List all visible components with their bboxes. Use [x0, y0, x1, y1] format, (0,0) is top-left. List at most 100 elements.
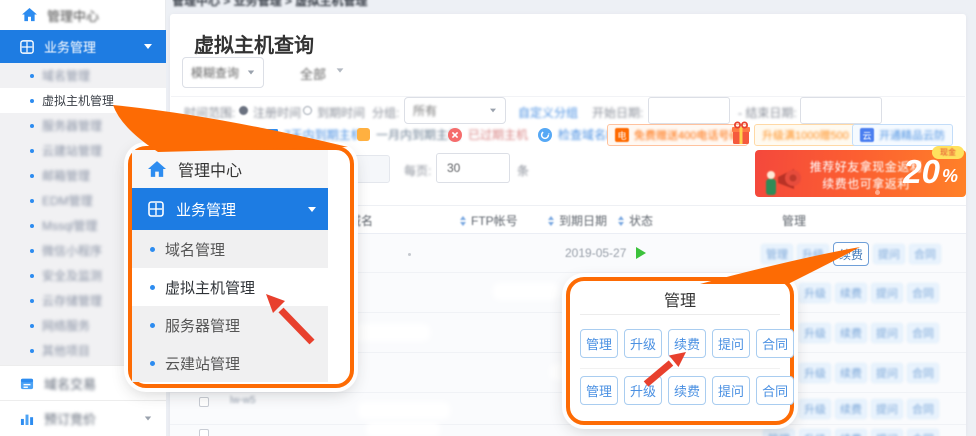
renew-button[interactable]: 续费 [668, 329, 706, 358]
legend-expired[interactable]: 已过期主机 [448, 126, 528, 143]
upgrade-button[interactable]: 升级 [797, 244, 829, 264]
bullet-icon [30, 124, 34, 128]
promo-upgrade-badge[interactable]: 升级满1000赠500 [754, 124, 857, 146]
sidebar-group-business[interactable]: 业务管理 [0, 30, 166, 63]
radio-register-label: 注册时间 [253, 104, 301, 121]
search-mode-select[interactable]: 模糊查询 [182, 57, 264, 88]
promo-400-phone-badge[interactable]: 电 免费赠送400电话号码 [607, 124, 748, 146]
promo-cloud-badge[interactable]: 云 开通精品云防 [852, 124, 953, 146]
redacted-cell [368, 424, 438, 435]
bullet-icon [30, 224, 34, 228]
callout-menu-group[interactable]: 业务管理 [132, 188, 328, 230]
ask-button[interactable]: 提问 [871, 323, 903, 343]
sidebar-item-server-mgmt[interactable]: 服务器管理 [0, 113, 166, 138]
sort-icon [548, 216, 555, 226]
start-date-input[interactable] [648, 97, 730, 124]
custom-group-link[interactable]: 自定义分组 [518, 104, 578, 121]
renew-button[interactable]: 续费 [835, 429, 867, 436]
sidebar-item-bidding[interactable]: 预订竞价 [0, 400, 166, 436]
col-header-ftp[interactable]: FTP帐号 [460, 212, 518, 229]
callout-menu-home[interactable]: 管理中心 [132, 150, 328, 188]
per-page-input[interactable]: 30 [436, 153, 510, 183]
bullet-icon [30, 74, 34, 78]
end-date-input[interactable] [800, 97, 882, 124]
sidebar-item-domain-mgmt[interactable]: 域名管理 [0, 63, 166, 88]
renew-button[interactable]: 续费 [835, 323, 867, 343]
banner-dot [875, 190, 880, 195]
renew-button[interactable]: 续费 [835, 283, 867, 303]
upgrade-button[interactable]: 升级 [799, 283, 831, 303]
sidebar-item-vhost-mgmt[interactable]: 虚拟主机管理 [0, 88, 166, 113]
row-checkbox[interactable] [199, 397, 209, 407]
ask-button[interactable]: 提问 [871, 429, 903, 436]
contract-button[interactable]: 合同 [907, 283, 939, 303]
cell-dot [408, 253, 411, 256]
ask-button[interactable]: 提问 [712, 329, 750, 358]
manage-button[interactable]: 管理 [580, 329, 618, 358]
legend-icp-check[interactable]: 备案状态检查 [178, 126, 269, 143]
grid-icon [20, 40, 34, 54]
megaphone-illustration [760, 163, 804, 197]
manage-button[interactable]: 管理 [761, 244, 793, 264]
upgrade-button[interactable]: 升级 [799, 323, 831, 343]
chevron-down-icon [490, 109, 496, 113]
renew-button[interactable]: 续费 [668, 376, 706, 405]
ask-button[interactable]: 提问 [712, 376, 750, 405]
bullet-icon [150, 361, 155, 366]
callout-item-cloudsite-mgmt[interactable]: 云建站管理 [132, 344, 328, 382]
per-page-label: 每页: [404, 162, 431, 179]
contract-button[interactable]: 合同 [907, 323, 939, 343]
group-select[interactable]: 所有 [404, 97, 506, 124]
callout-menu-home-label: 管理中心 [178, 157, 242, 181]
legend-expire-1m[interactable]: 一月内到期主机 [357, 126, 460, 143]
ask-button[interactable]: 提问 [873, 244, 905, 264]
manage-button[interactable]: 管理 [580, 376, 618, 405]
radio-expire-time[interactable] [303, 106, 312, 115]
phone-icon: 电 [615, 128, 629, 142]
upgrade-button[interactable]: 升级 [624, 329, 662, 358]
sidebar-item-home[interactable]: 管理中心 [0, 0, 166, 30]
contract-button[interactable]: 合同 [756, 376, 794, 405]
contract-button[interactable]: 合同 [907, 429, 939, 436]
ask-button[interactable]: 提问 [871, 399, 903, 419]
callout-item-server-mgmt[interactable]: 服务器管理 [132, 306, 328, 344]
contract-button[interactable]: 合同 [909, 244, 941, 264]
upgrade-button[interactable]: 升级 [624, 376, 662, 405]
green-square-icon [178, 128, 191, 141]
contract-button[interactable]: 合同 [756, 329, 794, 358]
manage-button[interactable]: 管理 [763, 429, 795, 436]
redacted-cell [360, 404, 448, 417]
radio-register-time[interactable] [239, 106, 248, 115]
callout-actions-row: 管理 升级 续费 提问 合同 [580, 329, 794, 358]
renew-button[interactable]: 续费 [835, 363, 867, 383]
upgrade-button[interactable]: 升级 [799, 363, 831, 383]
gift-icon[interactable] [731, 121, 751, 146]
col-header-expire[interactable]: 到期日期 [548, 212, 607, 229]
upgrade-button[interactable]: 升级 [799, 399, 831, 419]
calendar-icon [20, 377, 34, 390]
contract-button[interactable]: 合同 [907, 363, 939, 383]
bullet-icon [30, 199, 34, 203]
page-title: 虚拟主机查询 [194, 29, 314, 58]
search-scope-select[interactable]: 全部 [300, 64, 326, 83]
banner-percent-sign: % [942, 166, 958, 187]
bar-chart-icon [20, 412, 34, 425]
col-header-status[interactable]: 状态 [618, 212, 653, 229]
renew-button[interactable]: 续费 [835, 399, 867, 419]
group-select-value: 所有 [413, 102, 437, 119]
callout-item-domain-mgmt[interactable]: 域名管理 [132, 230, 328, 268]
upgrade-button[interactable]: 升级 [799, 429, 831, 436]
ask-button[interactable]: 提问 [871, 283, 903, 303]
ask-button[interactable]: 提问 [871, 363, 903, 383]
chevron-down-icon [308, 207, 316, 212]
chevron-down-icon [336, 68, 344, 73]
contract-button[interactable]: 合同 [907, 399, 939, 419]
callout-item-vhost-mgmt[interactable]: 虚拟主机管理 [132, 268, 328, 306]
banner-percent: 20 [903, 153, 940, 191]
row-checkbox[interactable] [199, 429, 209, 436]
play-status-icon[interactable] [636, 247, 646, 259]
renew-button[interactable]: 续费 [833, 242, 869, 266]
home-icon [148, 161, 166, 178]
referral-banner[interactable]: 推荐好友拿现金返利 续费也可拿返利 20 % 现金 [755, 150, 966, 197]
legend-expire-7d[interactable]: 7天内到期主机 [265, 126, 363, 143]
